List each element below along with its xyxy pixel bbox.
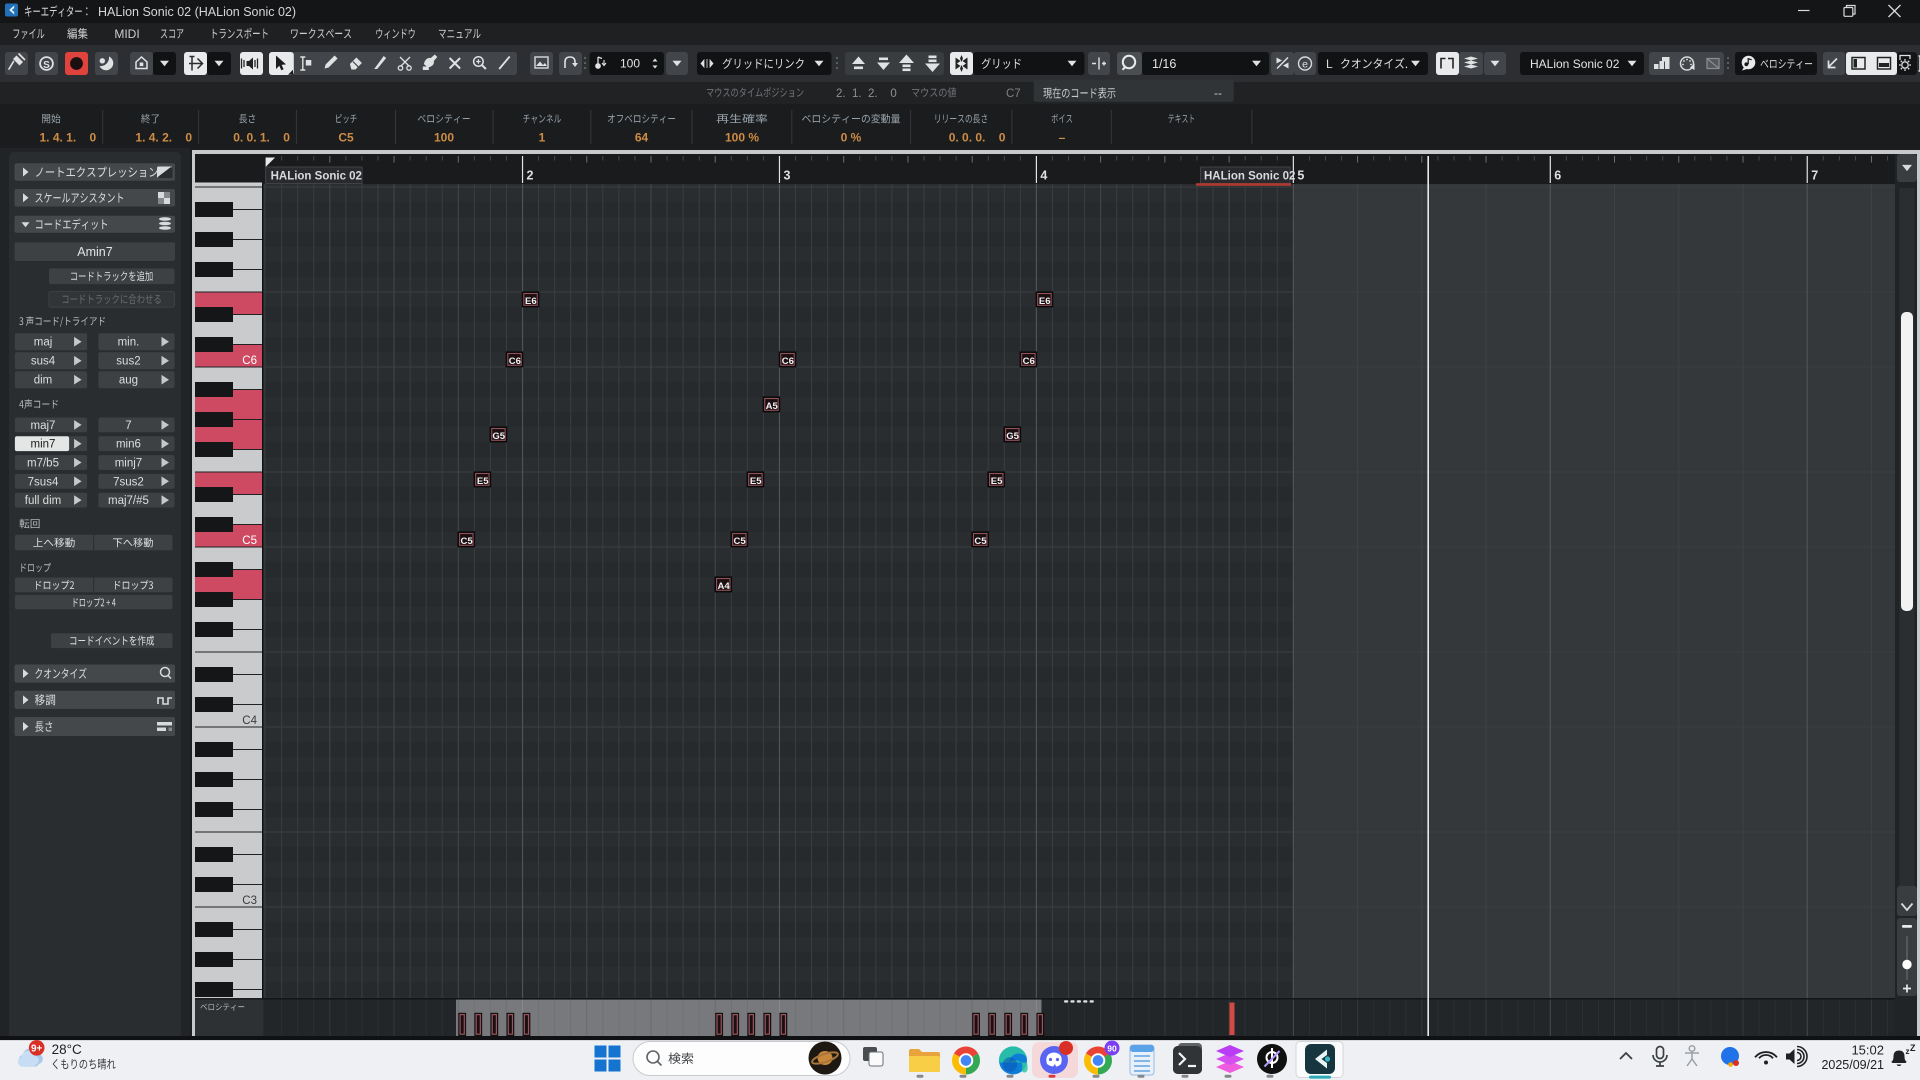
svg-text:6: 6 (1554, 169, 1561, 183)
svg-text:MIDI: MIDI (114, 27, 139, 41)
svg-text:7sus2: 7sus2 (113, 476, 144, 488)
svg-text:2. 1. 2. 0: 2. 1. 2. 0 (836, 88, 897, 100)
svg-text:C7: C7 (1006, 88, 1021, 100)
svg-text:15:02: 15:02 (1851, 1043, 1884, 1058)
svg-text:HALion Sonic 02: HALion Sonic 02 (1204, 171, 1295, 183)
svg-text:C6: C6 (1023, 356, 1035, 367)
svg-text:2: 2 (527, 169, 534, 183)
svg-text:--: -- (1214, 86, 1222, 100)
svg-text:min7: min7 (31, 439, 56, 451)
svg-text:0. 0. 1. 0: 0. 0. 1. 0 (233, 131, 290, 145)
svg-text:C5: C5 (734, 536, 747, 547)
svg-text:E5: E5 (477, 476, 489, 487)
svg-text:3: 3 (783, 169, 790, 183)
svg-text:min.: min. (118, 337, 140, 349)
svg-text:0. 0. 0. 0: 0. 0. 0. 0 (949, 131, 1006, 145)
svg-text:C3: C3 (242, 895, 257, 907)
svg-text:full dim: full dim (25, 495, 61, 507)
svg-text:5: 5 (1297, 169, 1304, 183)
svg-text:C5: C5 (242, 535, 257, 547)
svg-text:sus2: sus2 (116, 356, 140, 368)
svg-text:C4: C4 (242, 715, 257, 727)
svg-text:maj7: maj7 (31, 420, 56, 432)
svg-text:minj7: minj7 (115, 458, 142, 470)
svg-text:G5: G5 (1006, 431, 1019, 442)
svg-text:maj7/#5: maj7/#5 (108, 495, 149, 507)
svg-text:sus4: sus4 (31, 356, 56, 368)
svg-text:7sus4: 7sus4 (28, 476, 59, 488)
svg-text:HALion Sonic 02: HALion Sonic 02 (1530, 57, 1620, 71)
svg-text:C6: C6 (509, 356, 521, 367)
svg-text:4: 4 (1040, 169, 1047, 183)
svg-text:100: 100 (620, 57, 640, 71)
svg-text:7: 7 (1811, 169, 1818, 183)
svg-text:dim: dim (34, 375, 53, 387)
svg-text:100 %: 100 % (725, 131, 759, 145)
svg-text:Amin7: Amin7 (77, 245, 112, 259)
svg-text:0 %: 0 % (841, 131, 862, 145)
svg-text:E5: E5 (991, 476, 1003, 487)
svg-text:z: z (1906, 1047, 1910, 1056)
svg-text:m7/b5: m7/b5 (27, 458, 59, 470)
svg-text:A5: A5 (766, 401, 779, 412)
svg-text:Z: Z (1910, 1043, 1916, 1053)
svg-text:E6: E6 (525, 296, 537, 307)
svg-text:90: 90 (1107, 1044, 1117, 1054)
svg-text:G5: G5 (492, 431, 505, 442)
svg-text:28°C: 28°C (52, 1042, 82, 1057)
svg-text:1/16: 1/16 (1152, 57, 1176, 71)
svg-text:–: – (1059, 131, 1066, 145)
svg-text:E6: E6 (1039, 296, 1051, 307)
svg-text:C5: C5 (974, 536, 987, 547)
svg-text:HALion Sonic 02 (HALion Sonic: HALion Sonic 02 (HALion Sonic 02) (98, 5, 296, 19)
svg-text:min6: min6 (116, 439, 141, 451)
svg-text:C5: C5 (338, 131, 354, 145)
svg-text:1. 4. 2. 0: 1. 4. 2. 0 (135, 131, 192, 145)
svg-text:7: 7 (125, 420, 131, 432)
svg-text:9+: 9+ (31, 1043, 43, 1054)
svg-text:C6: C6 (782, 356, 794, 367)
svg-text:1: 1 (539, 131, 546, 145)
svg-text:e: e (1302, 59, 1308, 71)
svg-text:1. 4. 1. 0: 1. 4. 1. 0 (39, 131, 96, 145)
svg-text:A4: A4 (717, 581, 730, 592)
svg-text:E5: E5 (750, 476, 762, 487)
svg-text:C6: C6 (242, 355, 257, 367)
svg-text:L: L (1326, 57, 1333, 71)
svg-text:HALion Sonic 02: HALion Sonic 02 (271, 171, 362, 183)
svg-text:64: 64 (635, 131, 649, 145)
svg-text:aug: aug (119, 375, 138, 387)
svg-text:2025/09/21: 2025/09/21 (1821, 1058, 1884, 1072)
svg-text:maj: maj (34, 337, 53, 349)
svg-text:S: S (43, 60, 50, 71)
svg-text:C5: C5 (461, 536, 474, 547)
svg-text:100: 100 (434, 131, 454, 145)
